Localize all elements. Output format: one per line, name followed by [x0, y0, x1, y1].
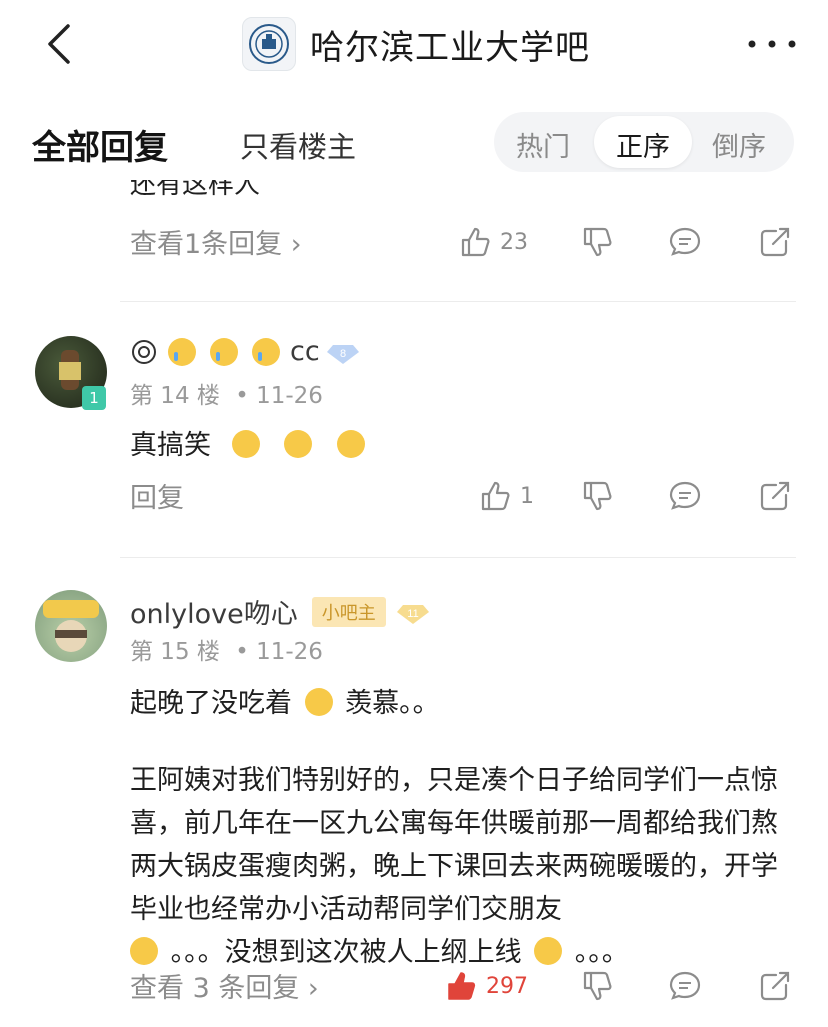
like-count: 23 [500, 229, 528, 255]
floor-meta: 第 15 楼 • 11-26 [130, 632, 323, 666]
emoji-icon [534, 937, 563, 965]
dislike-button[interactable] [580, 476, 614, 516]
emoji-icon [304, 688, 333, 716]
reply-tabs: 全部回复 只看楼主 热门 正序 倒序 [0, 96, 828, 184]
divider [120, 301, 796, 302]
svg-text:11: 11 [407, 608, 418, 620]
username[interactable]: onlylove吻心 小吧主 11 [130, 592, 430, 631]
comment-button[interactable] [668, 966, 702, 1006]
username-text: cc [290, 336, 320, 367]
dislike-button[interactable] [580, 966, 614, 1006]
sort-toggle: 热门 正序 倒序 [494, 112, 794, 172]
share-button[interactable] [758, 222, 792, 262]
post-actions: 回复 1 [130, 476, 800, 516]
top-bar: 哈尔滨工业大学吧 [0, 0, 828, 90]
view-replies-link[interactable]: 查看 3 条回复 › [130, 966, 319, 1005]
crying-emoji-icon [168, 337, 196, 366]
like-count: 297 [486, 973, 528, 999]
share-icon [760, 227, 790, 257]
prev-post-actions: 查看1条回复 › 23 [130, 222, 800, 262]
forum-logo [242, 17, 296, 71]
prev-post-content: 还有这样人 [130, 180, 261, 200]
floor-number: 第 14 楼 [130, 383, 220, 409]
diamond-level-icon: 8 [326, 344, 359, 364]
dislike-icon [583, 481, 612, 511]
diamond-level-icon: 11 [396, 604, 429, 624]
like-icon [481, 481, 510, 511]
like-icon [448, 972, 476, 1000]
comment-button[interactable] [668, 476, 702, 516]
target-icon [132, 339, 156, 364]
emoji-icon [336, 430, 365, 458]
comment-icon [669, 227, 701, 256]
avatar[interactable] [35, 590, 107, 662]
emoji-icon [231, 430, 260, 458]
tab-owner-only[interactable]: 只看楼主 [240, 124, 356, 166]
comment-button[interactable] [668, 222, 702, 262]
avatar-image [43, 600, 99, 652]
sort-desc[interactable]: 倒序 [712, 125, 766, 164]
content-line-1: 起晚了没吃着 羡慕。。 [130, 688, 440, 719]
crying-emoji-icon [210, 337, 238, 366]
content-paragraph: 王阿姨对我们特别好的，只是凑个日子给同学们一点惊喜，前几年在一区九公寓每年供暖前… [130, 765, 778, 925]
like-count: 1 [520, 483, 534, 509]
forum-title-group[interactable]: 哈尔滨工业大学吧 [242, 16, 590, 72]
level-badge: 11 [396, 601, 430, 624]
username[interactable]: cc 8 [130, 336, 360, 367]
view-replies-link[interactable]: 查看1条回复 › [130, 222, 302, 261]
share-icon [760, 481, 790, 511]
avatar-level-badge: 1 [82, 386, 106, 410]
like-icon [461, 227, 490, 257]
like-button[interactable]: 297 [444, 966, 528, 1006]
dislike-icon [583, 971, 612, 1001]
share-button[interactable] [758, 476, 792, 516]
sort-hot[interactable]: 热门 [516, 125, 570, 164]
sort-asc[interactable]: 正序 [616, 125, 670, 164]
university-emblem-icon [249, 24, 289, 64]
like-button[interactable]: 1 [478, 476, 534, 516]
post-content: 真搞笑 [130, 424, 800, 467]
post-actions: 查看 3 条回复 › 297 [130, 966, 800, 1006]
level-badge: 8 [326, 341, 360, 364]
back-icon[interactable] [40, 22, 76, 66]
post-content: 起晚了没吃着 羡慕。。 王阿姨对我们特别好的，只是凑个日子给同学们一点惊喜，前几… [130, 682, 800, 974]
floor-number: 第 15 楼 [130, 639, 220, 665]
moderator-badge: 小吧主 [311, 596, 386, 627]
comment-icon [669, 481, 701, 510]
emoji-icon [130, 937, 158, 965]
svg-text:8: 8 [340, 348, 346, 360]
more-icon[interactable] [748, 40, 796, 48]
emoji-icon [284, 430, 313, 458]
comment-icon [669, 971, 701, 1000]
username-text: onlylove吻心 [130, 599, 298, 630]
forum-title: 哈尔滨工业大学吧 [310, 27, 590, 68]
share-icon [760, 971, 790, 1001]
dislike-button[interactable] [580, 222, 614, 262]
floor-meta: 第 14 楼 • 11-26 [130, 376, 323, 410]
divider [120, 557, 796, 558]
reply-link[interactable]: 回复 [130, 476, 184, 515]
dislike-icon [583, 227, 612, 257]
post-date: • 11-26 [235, 383, 323, 409]
tab-all-replies[interactable]: 全部回复 [32, 120, 168, 169]
crying-emoji-icon [252, 337, 280, 366]
share-button[interactable] [758, 966, 792, 1006]
like-button[interactable]: 23 [458, 222, 528, 262]
post-date: • 11-26 [235, 639, 323, 665]
